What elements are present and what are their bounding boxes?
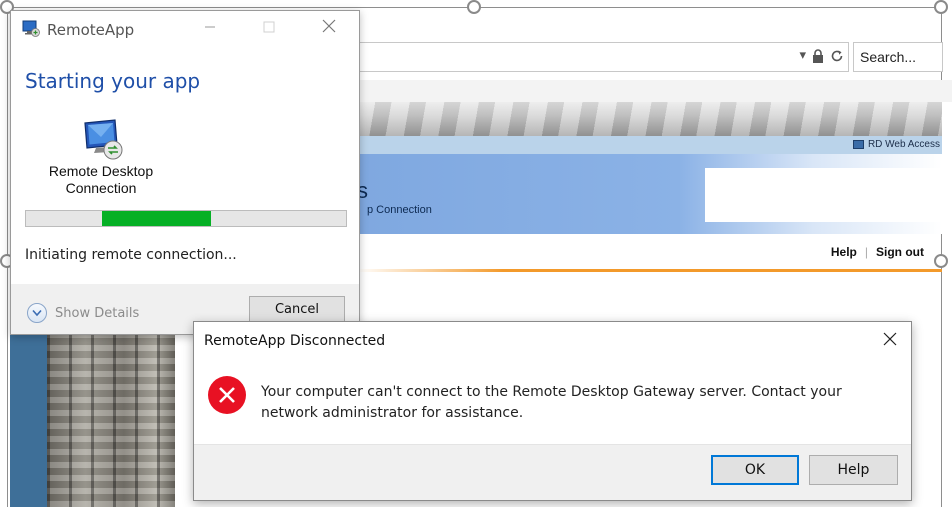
remoteapp-icon: [22, 20, 40, 37]
refresh-icon[interactable]: [830, 49, 844, 63]
remoteapp-titlebar[interactable]: RemoteApp: [11, 11, 359, 49]
help-link[interactable]: Help: [831, 245, 857, 259]
top-nav: Help | Sign out: [831, 245, 924, 259]
remoteapp-title: RemoteApp: [47, 21, 135, 39]
app-name-label: Remote Desktop Connection: [48, 163, 154, 196]
resize-handle-middle-right[interactable]: [934, 254, 948, 268]
lock-icon[interactable]: [812, 48, 824, 63]
maximize-icon: [263, 21, 275, 33]
dialog-close-button[interactable]: [875, 328, 905, 354]
dialog-title: RemoteApp Disconnected: [204, 333, 386, 349]
starting-heading: Starting your app: [25, 69, 201, 93]
resize-handle-top-center[interactable]: [467, 0, 481, 14]
chevron-down-circle: [27, 303, 47, 323]
ok-button[interactable]: OK: [711, 455, 799, 485]
progress-bar-fill: [102, 211, 211, 226]
stone-photo: [47, 335, 175, 507]
minimize-button[interactable]: [195, 17, 225, 41]
browser-tab-strip: [357, 80, 952, 102]
header-photo-strip: [357, 102, 942, 136]
close-button[interactable]: [314, 17, 344, 41]
show-details-toggle[interactable]: Show Details: [27, 303, 139, 323]
close-icon: [883, 332, 897, 346]
resize-handle-top-right[interactable]: [934, 0, 948, 14]
nav-separator: |: [864, 245, 868, 259]
error-icon: [208, 376, 246, 414]
search-input[interactable]: Search...: [853, 42, 943, 72]
sign-out-link[interactable]: Sign out: [876, 245, 924, 259]
rd-web-access-icon: [852, 140, 864, 149]
remote-desktop-connection-icon: [84, 119, 123, 160]
remoteapp-window: RemoteApp Starting your app Remote Deskt…: [10, 10, 360, 335]
help-button[interactable]: Help: [809, 455, 898, 485]
progress-bar: [25, 210, 347, 227]
rdweb-label: RD Web Access: [852, 139, 940, 150]
status-text: Initiating remote connection...: [25, 247, 237, 263]
disconnected-dialog: RemoteApp Disconnected Your computer can…: [193, 321, 912, 501]
chevron-down-icon: [32, 309, 42, 317]
banner-subtitle: p Connection: [367, 204, 432, 216]
error-cross-glyph: [219, 387, 235, 403]
minimize-icon: [205, 26, 215, 28]
cancel-button[interactable]: Cancel: [249, 296, 345, 323]
address-bar[interactable]: ▾: [357, 42, 849, 72]
rdweb-label-text: RD Web Access: [867, 139, 940, 150]
side-column: [10, 335, 47, 507]
dialog-footer: [194, 444, 911, 500]
dropdown-icon[interactable]: ▾: [799, 48, 806, 63]
show-details-label: Show Details: [55, 305, 140, 321]
maximize-button[interactable]: [254, 17, 284, 41]
close-icon: [322, 19, 336, 33]
banner-white-block: [705, 168, 942, 222]
address-bar-icons: ▾: [799, 48, 844, 63]
rdweb-bar: RD Web Access: [357, 136, 942, 154]
orange-divider: [357, 269, 942, 272]
dialog-message: Your computer can't connect to the Remot…: [261, 384, 842, 421]
